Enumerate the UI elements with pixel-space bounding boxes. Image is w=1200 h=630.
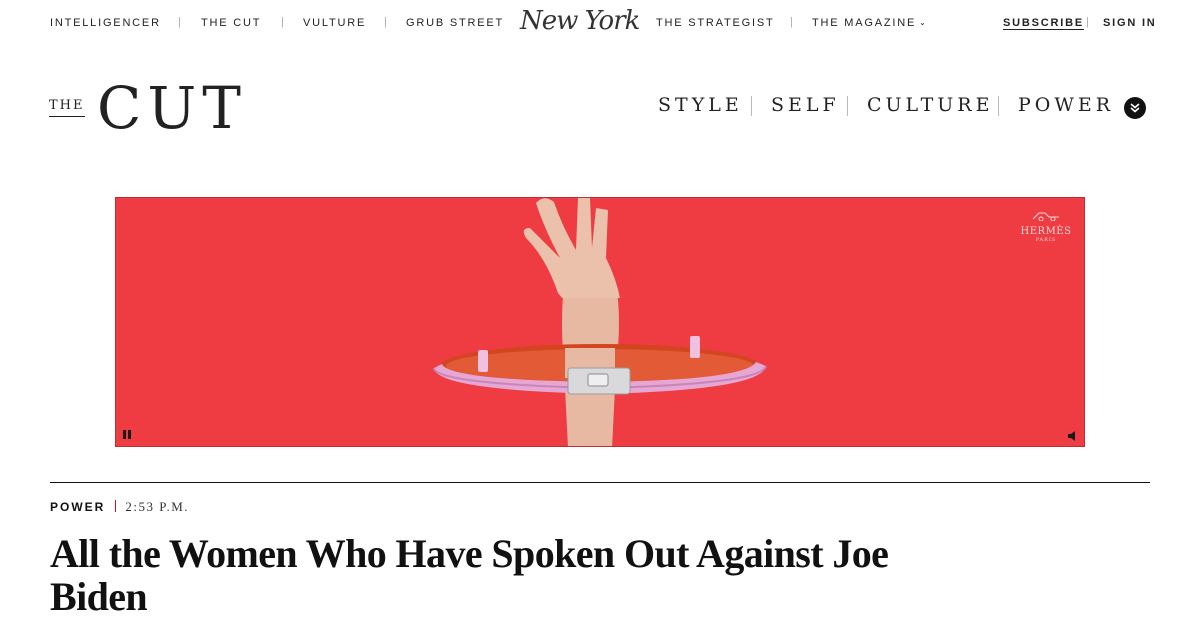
carriage-icon: [1032, 212, 1059, 222]
network-link-the-strategist[interactable]: THE STRATEGIST: [656, 17, 775, 29]
article-meta: POWER 2:53 P.M.: [50, 498, 189, 514]
network-link-vulture[interactable]: VULTURE: [303, 17, 366, 29]
section-link-style[interactable]: STYLE: [658, 94, 743, 116]
ad-banner[interactable]: HERMÈS PARIS: [115, 197, 1085, 447]
ad-image: [433, 198, 767, 446]
the-cut-logo[interactable]: THE CUT: [49, 78, 249, 138]
hermes-brand: HERMÈS: [1020, 226, 1072, 237]
volume-icon[interactable]: [1067, 430, 1079, 442]
new-york-logo[interactable]: New York: [520, 6, 640, 40]
logo-cut-text: CUT: [97, 74, 247, 142]
divider: |: [281, 16, 284, 28]
network-link-the-magazine-label: THE MAGAZINE: [812, 17, 917, 29]
hermes-sub: PARIS: [1035, 237, 1057, 243]
menu-button[interactable]: [1124, 97, 1146, 119]
article-rubric[interactable]: POWER: [50, 500, 105, 514]
chevron-down-icon: ⌄: [919, 18, 928, 27]
divider: [751, 96, 752, 116]
divider: |: [790, 16, 793, 28]
article-timestamp: 2:53 P.M.: [125, 499, 190, 514]
divider: [998, 96, 999, 116]
section-link-culture[interactable]: CULTURE: [867, 94, 993, 116]
network-bar: INTELLIGENCER | THE CUT | VULTURE | GRUB…: [0, 0, 1200, 46]
logo-the-text: THE: [49, 98, 85, 117]
network-link-the-cut[interactable]: THE CUT: [201, 17, 261, 29]
chevron-down-circle-icon: [1130, 103, 1140, 113]
article-headline: All the Women Who Have Spoken Out Agains…: [50, 531, 889, 619]
subscribe-link[interactable]: SUBSCRIBE: [1003, 17, 1084, 29]
divider: [115, 500, 117, 512]
section-link-self[interactable]: SELF: [771, 94, 840, 116]
hermes-logo: HERMÈS PARIS: [1018, 206, 1074, 243]
divider: [50, 482, 1150, 483]
sign-in-link[interactable]: SIGN IN: [1103, 17, 1157, 29]
pause-icon[interactable]: [121, 429, 133, 441]
network-link-the-magazine[interactable]: THE MAGAZINE ⌄: [812, 17, 928, 29]
network-link-intelligencer[interactable]: INTELLIGENCER: [50, 17, 161, 29]
divider: |: [384, 16, 387, 28]
network-link-grub-street[interactable]: GRUB STREET: [406, 17, 504, 29]
divider: |: [1086, 16, 1089, 28]
divider: [847, 96, 848, 116]
section-link-power[interactable]: POWER: [1018, 94, 1114, 116]
divider: |: [178, 16, 181, 28]
